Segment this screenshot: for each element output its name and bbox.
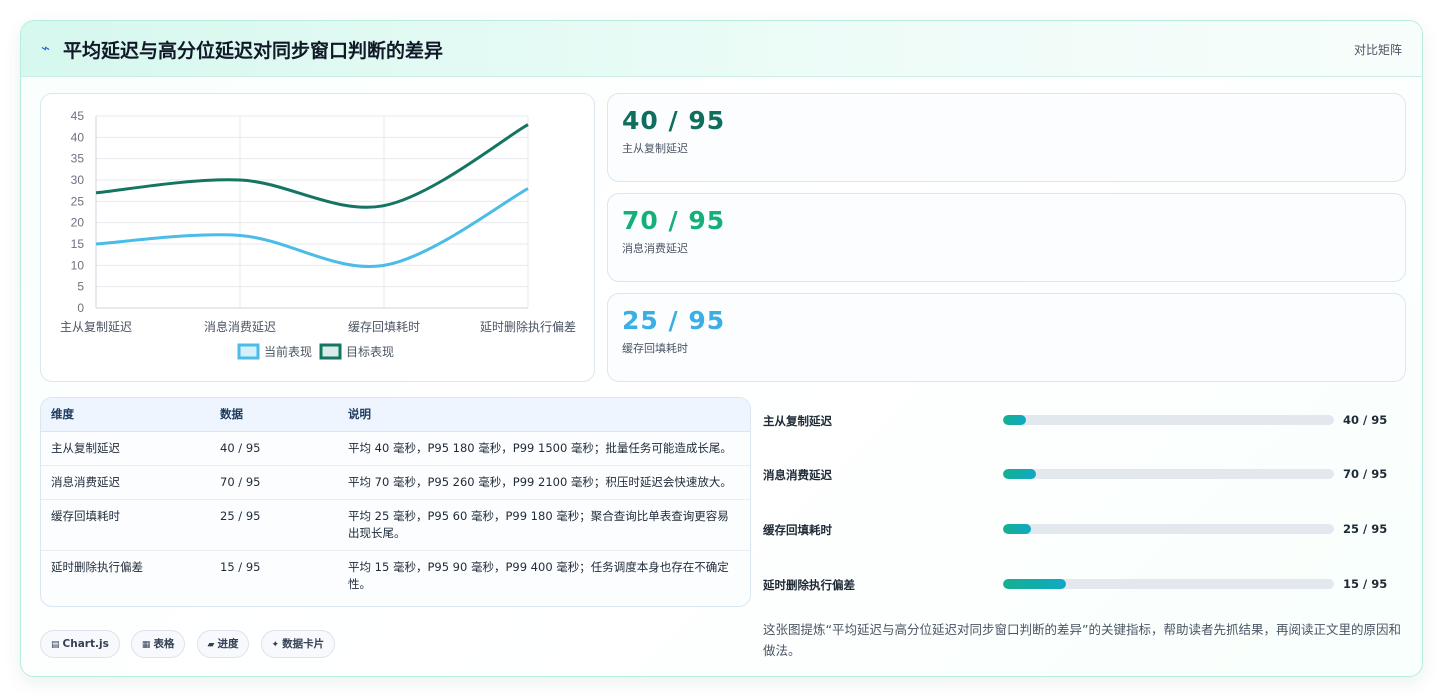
- x-tick-label: 缓存回填耗时: [348, 320, 420, 334]
- card-icon: ✦: [271, 640, 280, 650]
- y-tick-label: 35: [71, 152, 85, 166]
- x-tick-label: 延时删除执行偏差: [480, 319, 576, 334]
- stat-label: 缓存回填耗时: [622, 342, 688, 355]
- chip-data-card[interactable]: ✦ 数据卡片: [260, 630, 336, 658]
- y-tick-label: 5: [77, 280, 84, 294]
- progress-value: 40 / 95: [1343, 413, 1388, 427]
- cell-dimension: 主从复制延迟: [41, 431, 210, 466]
- line-chart-panel: 0 5 10 15 20 25 30 35 40 45 主从复制延迟 消息消费延迟 缓存回填耗时 延时删除…: [40, 93, 595, 382]
- cell-data: 70 / 95: [210, 465, 338, 500]
- bolt-icon: ⌁: [41, 39, 51, 57]
- progress-label: 消息消费延迟: [763, 468, 832, 482]
- legend-swatch: [319, 343, 342, 360]
- line-chart: 0 5 10 15 20 25 30 35 40 45 主从复制延迟 消息消费延迟 缓存回填耗时 延时删除…: [60, 109, 576, 360]
- series-line-1: [95, 187, 529, 268]
- x-tick-label: 消息消费延迟: [204, 319, 276, 334]
- cell-dimension: 延时删除执行偏差: [51, 559, 143, 574]
- progress-fill: [1003, 579, 1066, 589]
- page-title: 平均延迟与高分位延迟对同步窗口判断的差异: [63, 40, 444, 62]
- table-row: 主从复制延迟 40 / 95 平均 40 毫秒，P95 180 毫秒，P99 1…: [41, 431, 750, 466]
- cell-description: 平均 15 毫秒，P95 90 毫秒，P99 400 毫秒；任务调度本身也存在不…: [348, 559, 729, 591]
- y-tick-label: 40: [71, 130, 85, 144]
- progress-value: 70 / 95: [1343, 467, 1388, 481]
- progress-label: 延时删除执行偏差: [763, 578, 855, 592]
- progress-row: 延时删除执行偏差 15 / 95: [763, 575, 1393, 595]
- progress-label: 主从复制延迟: [763, 414, 832, 428]
- progress-value: 15 / 95: [1343, 577, 1388, 591]
- x-tick-label: 主从复制延迟: [60, 320, 132, 334]
- chip-label: 数据卡片: [282, 638, 325, 650]
- progress-value: 25 / 95: [1343, 522, 1388, 536]
- legend-swatch: [237, 343, 260, 360]
- chip-label: Chart.js: [62, 638, 109, 650]
- stat-card: 70 / 95 消息消费延迟: [607, 193, 1406, 282]
- legend-label: 当前表现: [264, 344, 312, 359]
- progress-track: [1003, 469, 1334, 479]
- cell-description: 平均 70 毫秒，P95 260 毫秒，P99 2100 毫秒；积压时延迟会快速…: [338, 465, 750, 500]
- column-header: 维度: [41, 398, 210, 432]
- dashboard-card: ⌁ 平均延迟与高分位延迟对同步窗口判断的差异 对比矩阵 0 5 10 15 20 25 30…: [20, 20, 1423, 677]
- stat-label: 主从复制延迟: [622, 142, 688, 155]
- progress-row: 缓存回填耗时 25 / 95: [763, 520, 1393, 540]
- cell-description: 平均 25 毫秒，P95 60 毫秒，P99 180 毫秒；聚合查询比单表查询更…: [338, 499, 750, 551]
- stat-value: 70 / 95: [622, 206, 726, 235]
- progress-fill: [1003, 469, 1037, 479]
- legend-label: 目标表现: [346, 345, 394, 359]
- cell-data: 25 / 95: [210, 499, 338, 551]
- chip-progress[interactable]: ▰ 进度: [196, 630, 250, 658]
- y-tick-label: 0: [77, 301, 84, 315]
- stat-card: 25 / 95 缓存回填耗时: [607, 293, 1406, 382]
- progress-icon: ▰: [207, 640, 215, 650]
- stat-label: 消息消费延迟: [622, 242, 688, 255]
- y-tick-label: 30: [71, 173, 85, 187]
- y-tick-label: 20: [71, 216, 85, 230]
- chip-table[interactable]: ▦ 表格: [130, 630, 186, 658]
- progress-track: [1003, 524, 1334, 534]
- chip-label: 进度: [217, 638, 239, 650]
- stat-card: 40 / 95 主从复制延迟: [607, 93, 1406, 182]
- header-tag: 对比矩阵: [1353, 43, 1402, 57]
- y-tick-label: 25: [71, 194, 85, 208]
- cell-data: 40 / 95: [210, 431, 338, 466]
- progress-label: 缓存回填耗时: [763, 523, 832, 537]
- table-header-row: 维度 数据 说明: [41, 398, 750, 432]
- y-tick-label: 15: [71, 237, 85, 251]
- progress-track: [1003, 415, 1334, 425]
- table-row: 缓存回填耗时 25 / 95 平均 25 毫秒，P95 60 毫秒，P99 18…: [41, 499, 750, 551]
- cell-description: 平均 40 毫秒，P95 180 毫秒，P99 1500 毫秒；批量任务可能造成…: [338, 431, 750, 466]
- y-tick-label: 45: [71, 109, 85, 123]
- cell-data: 15 / 95: [220, 559, 261, 574]
- stat-value: 25 / 95: [622, 306, 726, 335]
- cell-dimension: 消息消费延迟: [41, 465, 210, 500]
- progress-row: 消息消费延迟 70 / 95: [763, 465, 1393, 485]
- table-icon: ▦: [141, 640, 151, 650]
- column-header: 说明: [338, 398, 750, 432]
- card-header: ⌁ 平均延迟与高分位延迟对同步窗口判断的差异 对比矩阵: [21, 21, 1422, 77]
- tech-chips: ▤ Chart.js ▦ 表格 ▰ 进度 ✦ 数据卡片: [40, 630, 341, 658]
- y-tick-label: 10: [71, 258, 85, 272]
- chip-label: 表格: [153, 638, 175, 650]
- progress-row: 主从复制延迟 40 / 95: [763, 411, 1393, 431]
- data-table-panel: 维度 数据 说明 主从复制延迟 40 / 95 平均 40 毫秒，P95 180…: [40, 397, 751, 607]
- progress-fill: [1003, 524, 1032, 534]
- summary-note: 这张图提炼“平均延迟与高分位延迟对同步窗口判断的差异”的关键指标，帮助读者先抓结…: [763, 622, 1401, 658]
- table-row: 延时删除执行偏差 15 / 95 平均 15 毫秒，P95 90 毫秒，P99 …: [41, 550, 750, 601]
- progress-fill: [1003, 415, 1027, 425]
- chart-icon: ▤: [51, 640, 60, 650]
- data-table: 维度 数据 说明 主从复制延迟 40 / 95 平均 40 毫秒，P95 180…: [41, 398, 750, 601]
- table-row: 消息消费延迟 70 / 95 平均 70 毫秒，P95 260 毫秒，P99 2…: [41, 465, 750, 500]
- cell-dimension: 缓存回填耗时: [41, 499, 210, 551]
- column-header: 数据: [210, 398, 338, 432]
- progress-track: [1003, 579, 1334, 589]
- chip-chartjs[interactable]: ▤ Chart.js: [40, 630, 120, 658]
- stat-value: 40 / 95: [622, 106, 726, 135]
